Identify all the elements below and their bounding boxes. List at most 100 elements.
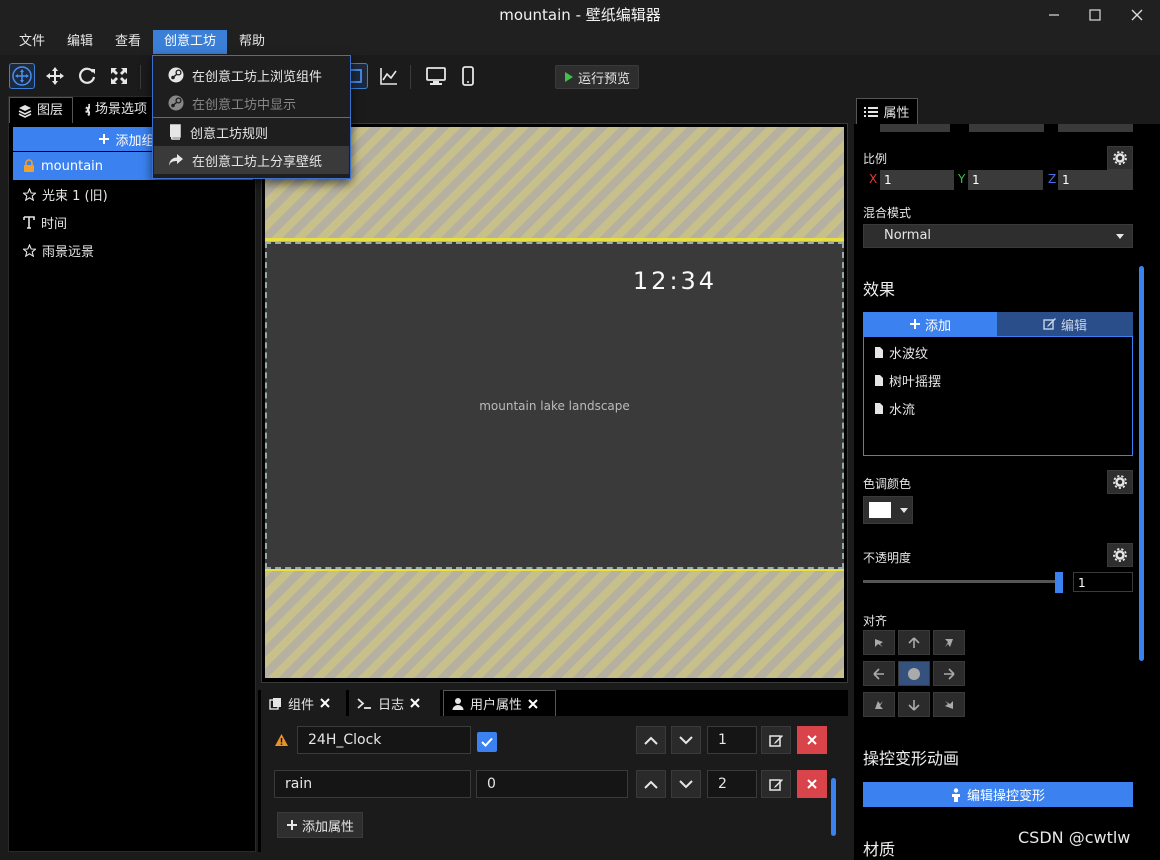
blend-mode-label: 混合模式 xyxy=(863,206,912,220)
scale-settings-button[interactable] xyxy=(1107,146,1133,170)
align-top-button[interactable] xyxy=(898,630,930,655)
maximize-button[interactable] xyxy=(1072,0,1118,30)
property-name-input[interactable]: rain xyxy=(274,770,471,798)
menu-edit[interactable]: 编辑 xyxy=(58,30,102,54)
tab-scene-options[interactable]: 场景选项 xyxy=(77,97,155,123)
menu-share-wallpaper[interactable]: 在创意工坊上分享壁纸 xyxy=(154,146,349,174)
move-tool-button[interactable] xyxy=(42,63,68,89)
opacity-input[interactable]: 1 xyxy=(1073,572,1133,592)
edit-property-button[interactable] xyxy=(761,770,791,798)
desktop-preview-button[interactable] xyxy=(423,63,449,89)
maximize-icon xyxy=(1089,9,1101,21)
align-bottom-left-button[interactable] xyxy=(863,692,895,717)
effect-item[interactable]: 树叶摇摆 xyxy=(874,371,941,390)
run-preview-button[interactable]: 运行预览 xyxy=(555,65,639,89)
add-property-button[interactable]: 添加属性 xyxy=(277,812,363,838)
position-y-input[interactable] xyxy=(969,124,1044,132)
tint-color-picker[interactable] xyxy=(863,496,913,524)
property-value-input[interactable]: 0 xyxy=(476,770,628,798)
scale-z-input[interactable]: 1 xyxy=(1058,170,1133,190)
align-center-button[interactable] xyxy=(898,661,930,686)
mobile-preview-button[interactable] xyxy=(455,63,481,89)
properties-scrollbar[interactable] xyxy=(831,778,836,836)
layer-item-rain[interactable]: 雨景远景 xyxy=(13,236,253,264)
move-down-button[interactable] xyxy=(671,770,701,798)
copy-icon xyxy=(269,697,281,710)
list-icon xyxy=(864,106,879,117)
edit-icon xyxy=(1043,318,1056,330)
delete-property-button[interactable] xyxy=(797,770,827,798)
add-effect-button[interactable]: 添加 xyxy=(863,312,997,336)
tab-layers[interactable]: 图层 xyxy=(9,97,73,123)
clock-text[interactable]: 12:34 xyxy=(625,267,725,295)
performance-graph-button[interactable] xyxy=(376,63,402,89)
axis-y-label: Y xyxy=(958,172,966,186)
menu-file[interactable]: 文件 xyxy=(10,30,54,54)
align-top-right-button[interactable] xyxy=(933,630,965,655)
property-value-checkbox[interactable] xyxy=(477,732,497,752)
tab-user-properties[interactable]: 用户属性 xyxy=(443,690,556,716)
effect-item[interactable]: 水波纹 xyxy=(874,343,928,362)
tab-components[interactable]: 组件 xyxy=(261,690,347,716)
menu-item-label: 创意工坊规则 xyxy=(190,126,269,142)
align-top-left-button[interactable] xyxy=(863,630,895,655)
menu-view[interactable]: 查看 xyxy=(106,30,150,54)
edit-effect-button[interactable]: 编辑 xyxy=(997,312,1133,336)
tab-properties[interactable]: 属性 xyxy=(856,98,918,124)
move-up-button[interactable] xyxy=(636,726,666,754)
tab-log[interactable]: 日志 xyxy=(349,690,441,716)
property-order-input[interactable]: 2 xyxy=(707,770,757,798)
edit-property-button[interactable] xyxy=(761,726,791,754)
close-window-button[interactable] xyxy=(1114,0,1160,30)
opacity-settings-button[interactable] xyxy=(1107,543,1133,567)
scene-image-placeholder: mountain lake landscape xyxy=(265,242,844,569)
blend-mode-select[interactable]: Normal xyxy=(863,224,1133,248)
edit-icon xyxy=(768,734,783,747)
tint-settings-button[interactable] xyxy=(1107,470,1133,494)
position-z-input[interactable] xyxy=(1058,124,1133,132)
align-left-button[interactable] xyxy=(863,661,895,686)
edit-puppet-warp-button[interactable]: 编辑操控变形 xyxy=(863,782,1133,807)
close-icon xyxy=(320,698,330,708)
move-up-button[interactable] xyxy=(636,770,666,798)
user-properties-list: 24H_Clock 1 rain 0 2 添加属性 xyxy=(261,716,848,852)
puppet-warp-title: 操控变形动画 xyxy=(863,749,960,768)
properties-scrollbar[interactable] xyxy=(1139,266,1144,661)
close-icon xyxy=(528,698,538,709)
menu-workshop[interactable]: 创意工坊 xyxy=(153,30,227,54)
scale-label: 比例 xyxy=(863,152,888,166)
scene-canvas[interactable]: mountain lake landscape 12:34 xyxy=(261,123,848,683)
layer-item-light-beam[interactable]: 光束 1 (旧) xyxy=(13,180,253,208)
align-bottom-button[interactable] xyxy=(898,692,930,717)
align-right-button[interactable] xyxy=(933,661,965,686)
scale-y-input[interactable]: 1 xyxy=(968,170,1043,190)
toolbar-divider xyxy=(410,65,411,89)
select-tool-button[interactable] xyxy=(9,63,35,89)
opacity-slider-track[interactable] xyxy=(863,580,1063,583)
align-bottom-right-button[interactable] xyxy=(933,692,965,717)
caret-down-icon xyxy=(900,508,908,513)
delete-property-button[interactable] xyxy=(797,726,827,754)
scale-x-input[interactable]: 1 xyxy=(880,170,954,190)
move-down-button[interactable] xyxy=(671,726,701,754)
menu-workshop-rules[interactable]: 创意工坊规则 xyxy=(154,118,349,146)
property-name-input[interactable]: 24H_Clock xyxy=(297,726,471,754)
arrow-up-icon xyxy=(908,636,920,648)
menu-help[interactable]: 帮助 xyxy=(230,30,274,54)
layer-item-time[interactable]: 时间 xyxy=(13,208,253,236)
rotate-tool-button[interactable] xyxy=(74,63,100,89)
tab-log-label: 日志 xyxy=(378,697,405,713)
chevron-up-icon xyxy=(644,736,658,745)
menu-show-in-workshop[interactable]: 在创意工坊中显示 xyxy=(154,89,349,117)
menu-item-label: 在创意工坊上分享壁纸 xyxy=(192,154,323,170)
position-x-input[interactable] xyxy=(880,124,950,132)
scale-tool-button[interactable] xyxy=(106,63,132,89)
menu-browse-workshop-components[interactable]: 在创意工坊上浏览组件 xyxy=(154,61,349,89)
minimize-button[interactable] xyxy=(1031,0,1077,30)
layer-label: 时间 xyxy=(41,216,68,232)
opacity-slider-handle[interactable] xyxy=(1055,572,1063,593)
axis-z-label: Z xyxy=(1048,172,1057,186)
property-order-input[interactable]: 1 xyxy=(707,726,757,754)
effect-item[interactable]: 水流 xyxy=(874,399,915,418)
effect-label: 水流 xyxy=(889,403,916,418)
